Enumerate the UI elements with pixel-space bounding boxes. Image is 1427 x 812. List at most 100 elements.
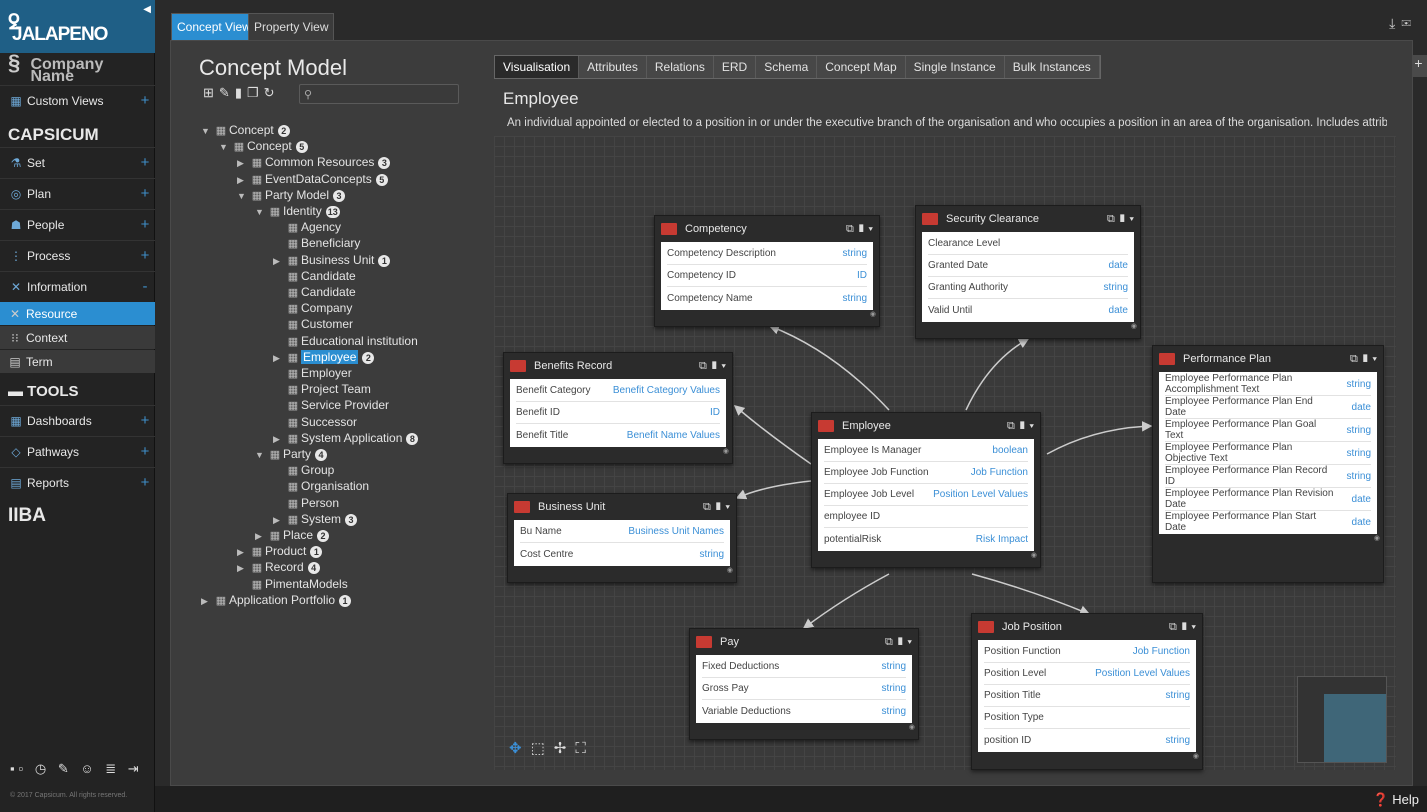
tree-node[interactable]: ▶ ▦ Record 4 — [237, 559, 320, 575]
wrench-icon[interactable]: ✎ — [58, 761, 73, 776]
attribute-type[interactable]: string — [882, 661, 906, 672]
tree-node[interactable]: ▦ Customer — [273, 316, 353, 332]
card-resize-handle[interactable]: ◉ — [1153, 534, 1383, 546]
tree-node[interactable]: ▼ ▦ Identity 13 — [255, 203, 340, 219]
history-icon[interactable]: ◷ — [35, 761, 50, 776]
entity-card-jobposition[interactable]: Job Position ⧉ ▮ ▾ Position Function Job Fu… — [971, 613, 1203, 770]
entity-card-benefits[interactable]: Benefits Record ⧉ ▮ ▾ Benefit Category Bene… — [503, 352, 733, 464]
attribute-type[interactable]: date — [1352, 402, 1371, 413]
attribute-row[interactable]: Valid Until date — [928, 299, 1128, 321]
attribute-type[interactable]: string — [1347, 448, 1371, 459]
entity-card-pay[interactable]: Pay ⧉ ▮ ▾ Fixed Deductions string Gross Pay s… — [689, 628, 919, 740]
attribute-type[interactable]: string — [1347, 425, 1371, 436]
expand-icon[interactable]: + — [135, 443, 155, 460]
card-resize-handle[interactable]: ◉ — [972, 752, 1202, 764]
card-header[interactable]: Security Clearance ⧉ ▮ ▾ — [916, 206, 1140, 232]
attribute-type[interactable]: date — [1109, 305, 1128, 316]
card-actions[interactable]: ⧉ ▮ ▾ — [1350, 353, 1377, 366]
entity-card-businessunit[interactable]: Business Unit ⧉ ▮ ▾ Bu Name Business Unit N… — [507, 493, 737, 583]
expand-icon[interactable]: + — [135, 247, 155, 264]
attribute-type[interactable]: string — [882, 683, 906, 694]
attribute-row[interactable]: Benefit Title Benefit Name Values — [516, 424, 720, 446]
fit-screen-icon[interactable]: ⛶ — [575, 740, 595, 757]
attribute-row[interactable]: position ID string — [984, 729, 1190, 751]
help-button[interactable]: ❓ Help — [1372, 792, 1419, 808]
card-header[interactable]: Employee ⧉ ▮ ▾ — [812, 413, 1040, 439]
nav-item-custom-views[interactable]: ▦ Custom Views + — [0, 85, 155, 115]
entity-card-security[interactable]: Security Clearance ⧉ ▮ ▾ Clearance Level Gr… — [915, 205, 1141, 339]
card-header[interactable]: Benefits Record ⧉ ▮ ▾ — [504, 353, 732, 379]
expand-toggle-icon[interactable]: ▼ — [255, 204, 267, 220]
expand-icon[interactable]: + — [135, 92, 155, 109]
edit-icon[interactable]: ✎ — [219, 85, 235, 100]
copy-icon[interactable]: ❐ — [247, 85, 264, 100]
attribute-type[interactable]: string — [1104, 282, 1128, 293]
attribute-row[interactable]: Competency Description string — [667, 243, 867, 265]
user-icon[interactable]: ☺ — [80, 761, 97, 776]
attribute-row[interactable]: Clearance Level — [928, 233, 1128, 255]
attribute-type[interactable]: string — [843, 293, 867, 304]
tree-node[interactable]: ▦ Organisation — [273, 478, 369, 494]
tree-node[interactable]: ▶ ▦ EventDataConcepts 5 — [237, 171, 388, 187]
delete-icon[interactable]: ▮ — [235, 85, 247, 100]
nav-item-dashboards[interactable]: ▦ Dashboards + — [0, 405, 155, 435]
attribute-row[interactable]: Employee Performance Plan Start Date date — [1165, 511, 1371, 533]
expand-toggle-icon[interactable]: ▶ — [201, 593, 213, 609]
attribute-type[interactable]: Risk Impact — [976, 534, 1028, 545]
card-resize-handle[interactable]: ◉ — [508, 566, 736, 578]
attribute-type[interactable]: date — [1109, 260, 1128, 271]
tree-node[interactable]: ▦ Employer — [273, 365, 352, 381]
card-header[interactable]: Business Unit ⧉ ▮ ▾ — [508, 494, 736, 520]
card-resize-handle[interactable]: ◉ — [812, 551, 1040, 563]
expand-toggle-icon[interactable]: ▼ — [201, 123, 213, 139]
tree-node[interactable]: ▦ Service Provider — [273, 397, 389, 413]
nav-item-people[interactable]: ☗ People + — [0, 209, 155, 239]
attribute-type[interactable]: string — [882, 706, 906, 717]
expand-icon[interactable]: + — [135, 185, 155, 202]
expand-toggle-icon[interactable]: ▼ — [237, 188, 249, 204]
attribute-type[interactable]: Job Function — [971, 467, 1028, 478]
attribute-type[interactable]: ID — [710, 407, 720, 418]
tab-property-view[interactable]: Property View — [248, 13, 335, 40]
tab-concept-view[interactable]: Concept View — [171, 13, 257, 40]
attribute-row[interactable]: Employee Performance Plan Accomplishment… — [1165, 373, 1371, 396]
tree-node[interactable]: ▶ ▦ Business Unit 1 — [273, 252, 391, 268]
attribute-row[interactable]: Cost Centre string — [520, 543, 724, 565]
attribute-row[interactable]: Benefit Category Benefit Category Values — [516, 380, 720, 402]
attribute-type[interactable]: string — [1166, 735, 1190, 746]
tree-search-input[interactable]: ⚲ — [299, 84, 459, 104]
card-resize-handle[interactable]: ◉ — [916, 322, 1140, 334]
expand-icon[interactable]: + — [135, 474, 155, 491]
nav-item-pathways[interactable]: ◇ Pathways + — [0, 436, 155, 466]
fit-arrows-icon[interactable]: ✢ — [554, 740, 576, 757]
logout-icon[interactable]: ⇥ — [128, 761, 143, 776]
attribute-type[interactable]: Business Unit Names — [628, 526, 724, 537]
attribute-type[interactable]: string — [843, 248, 867, 259]
attribute-type[interactable]: Position Level Values — [1095, 668, 1190, 679]
expand-toggle-icon[interactable]: ▶ — [273, 431, 285, 447]
database-icon[interactable]: ≣ — [105, 761, 120, 776]
tree-node[interactable]: ▦ Successor — [273, 414, 357, 430]
tree-node[interactable]: ▦ Candidate — [273, 284, 356, 300]
nav-item-plan[interactable]: ◎ Plan + — [0, 178, 155, 208]
tab-schema[interactable]: Schema — [756, 56, 818, 78]
subnav-item-term[interactable]: ▤ Term — [0, 350, 155, 373]
add-concept-icon[interactable]: ⊞ — [203, 85, 219, 100]
attribute-row[interactable]: Benefit ID ID — [516, 402, 720, 424]
nav-item-set[interactable]: ⚗ Set + — [0, 147, 155, 177]
select-box-icon[interactable]: ⬚ — [531, 740, 554, 757]
expand-icon[interactable]: + — [135, 154, 155, 171]
attribute-type[interactable]: string — [1347, 471, 1371, 482]
attribute-type[interactable]: string — [1166, 690, 1190, 701]
expand-toggle-icon[interactable]: ▼ — [255, 447, 267, 463]
expand-toggle-icon[interactable]: ▶ — [273, 512, 285, 528]
entity-card-performance[interactable]: Performance Plan ⧉ ▮ ▾ Employee Performanc… — [1152, 345, 1384, 583]
card-header[interactable]: Competency ⧉ ▮ ▾ — [655, 216, 879, 242]
card-actions[interactable]: ⧉ ▮ ▾ — [703, 501, 730, 514]
minimap[interactable] — [1297, 676, 1387, 763]
attribute-row[interactable]: Position Title string — [984, 685, 1190, 707]
card-actions[interactable]: ⧉ ▮ ▾ — [699, 360, 726, 373]
entity-card-competency[interactable]: Competency ⧉ ▮ ▾ Competency Description str… — [654, 215, 880, 327]
tree-node[interactable]: ▦ Beneficiary — [273, 235, 361, 251]
attribute-row[interactable]: Variable Deductions string — [702, 700, 906, 722]
